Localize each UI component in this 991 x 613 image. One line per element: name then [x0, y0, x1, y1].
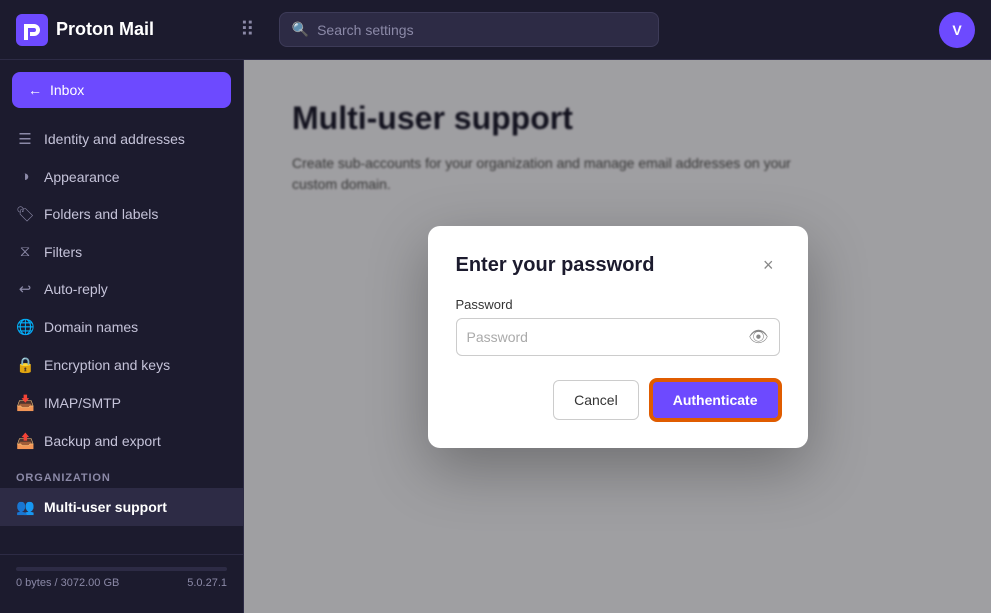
- sidebar-item-label: Identity and addresses: [44, 131, 185, 147]
- logo-text: Proton Mail: [56, 19, 154, 40]
- inbox-button[interactable]: ← Inbox: [12, 72, 231, 108]
- sidebar-item-label: Appearance: [44, 169, 120, 185]
- close-button[interactable]: ×: [757, 254, 780, 276]
- sidebar-item-label: Auto-reply: [44, 281, 108, 297]
- cancel-button[interactable]: Cancel: [553, 380, 639, 420]
- modal-overlay: Enter your password × Password 👁 Cancel …: [244, 60, 991, 613]
- sidebar-item-encryption-keys[interactable]: 🔒 Encryption and keys: [0, 346, 243, 384]
- sidebar-item-label: IMAP/SMTP: [44, 395, 121, 411]
- encryption-icon: 🔒: [16, 356, 34, 374]
- eye-icon[interactable]: 👁: [748, 327, 768, 347]
- modal-actions: Cancel Authenticate: [456, 380, 780, 420]
- filters-icon: ⧖: [16, 243, 34, 260]
- search-bar[interactable]: 🔍: [279, 12, 659, 47]
- modal-title: Enter your password: [456, 254, 655, 277]
- header: Proton Mail ⠿ 🔍 V: [0, 0, 991, 60]
- avatar[interactable]: V: [939, 12, 975, 48]
- sidebar-item-identity-addresses[interactable]: ☰ Identity and addresses: [0, 120, 243, 158]
- sidebar-footer: 0 bytes / 3072.00 GB 5.0.27.1: [0, 554, 243, 601]
- folders-icon: 🏷: [16, 205, 34, 223]
- sidebar-item-domain-names[interactable]: 🌐 Domain names: [0, 308, 243, 346]
- sidebar-item-imap-smtp[interactable]: 📥 IMAP/SMTP: [0, 384, 243, 422]
- sidebar-item-backup-export[interactable]: 📤 Backup and export: [0, 422, 243, 460]
- multi-user-icon: 👥: [16, 498, 34, 516]
- modal-header: Enter your password ×: [456, 254, 780, 277]
- org-label: ORGANIZATION: [0, 460, 243, 488]
- sidebar-item-label: Encryption and keys: [44, 357, 170, 373]
- version-text: 5.0.27.1: [187, 577, 227, 589]
- auto-reply-icon: ↩: [16, 280, 34, 298]
- identity-icon: ☰: [16, 130, 34, 148]
- sidebar-item-folders-labels[interactable]: 🏷 Folders and labels: [0, 195, 243, 233]
- sidebar-item-label: Multi-user support: [44, 499, 167, 515]
- storage-used: 0 bytes / 3072.00 GB: [16, 577, 119, 589]
- proton-logo-icon: [16, 14, 48, 46]
- sidebar: ← Inbox ☰ Identity and addresses ◑ Appea…: [0, 60, 244, 613]
- sidebar-item-filters[interactable]: ⧖ Filters: [0, 233, 243, 270]
- sidebar-item-multi-user[interactable]: 👥 Multi-user support: [0, 488, 243, 526]
- backup-icon: 📤: [16, 432, 34, 450]
- storage-text: 0 bytes / 3072.00 GB 5.0.27.1: [16, 577, 227, 589]
- password-modal: Enter your password × Password 👁 Cancel …: [428, 226, 808, 448]
- domain-icon: 🌐: [16, 318, 34, 336]
- sidebar-item-label: Domain names: [44, 319, 138, 335]
- main-layout: ← Inbox ☰ Identity and addresses ◑ Appea…: [0, 60, 991, 613]
- sidebar-item-auto-reply[interactable]: ↩ Auto-reply: [0, 270, 243, 308]
- storage-bar-background: [16, 567, 227, 571]
- logo-area: Proton Mail: [16, 14, 216, 46]
- search-input[interactable]: [317, 22, 646, 38]
- sidebar-item-label: Backup and export: [44, 433, 161, 449]
- grid-icon[interactable]: ⠿: [240, 17, 255, 42]
- appearance-icon: ◑: [16, 168, 34, 185]
- password-label: Password: [456, 297, 780, 312]
- inbox-label: Inbox: [50, 82, 84, 98]
- sidebar-item-label: Folders and labels: [44, 206, 158, 222]
- content-area: Multi-user support Create sub-accounts f…: [244, 60, 991, 613]
- password-field-wrap[interactable]: 👁: [456, 318, 780, 356]
- imap-icon: 📥: [16, 394, 34, 412]
- search-icon: 🔍: [292, 21, 309, 38]
- inbox-arrow-icon: ←: [28, 82, 42, 98]
- password-input[interactable]: [467, 319, 749, 355]
- authenticate-button[interactable]: Authenticate: [651, 380, 780, 420]
- sidebar-item-label: Filters: [44, 244, 82, 260]
- sidebar-item-appearance[interactable]: ◑ Appearance: [0, 158, 243, 195]
